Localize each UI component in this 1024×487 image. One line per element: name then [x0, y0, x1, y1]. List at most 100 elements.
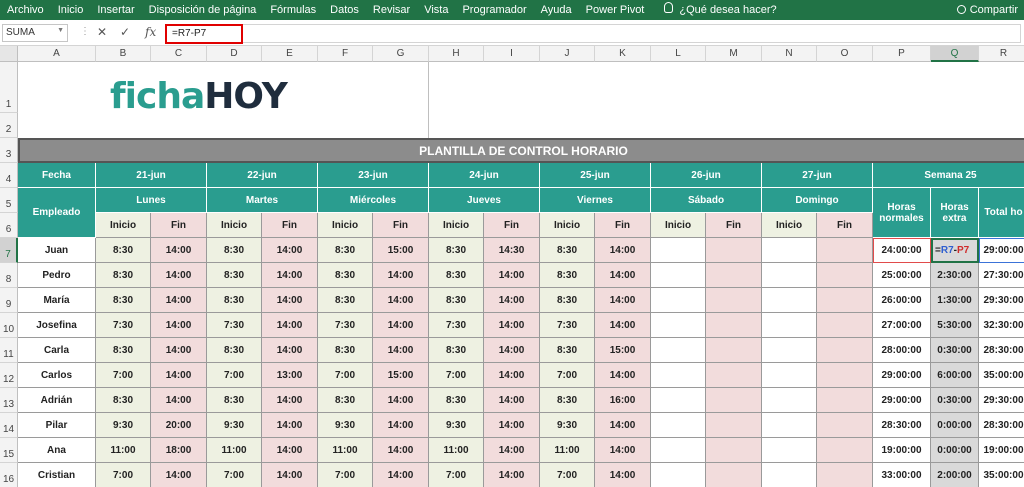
time-inicio-cell[interactable]: 7:00 [429, 463, 484, 487]
time-fin-cell[interactable]: 14:00 [262, 313, 318, 338]
menu-item-8[interactable]: Programador [455, 0, 533, 20]
insert-function-icon[interactable]: fx [145, 25, 156, 39]
time-inicio-cell[interactable] [762, 388, 817, 413]
header-fin-0[interactable]: Fin [151, 213, 207, 238]
column-header-p[interactable]: P [873, 46, 931, 62]
time-fin-cell[interactable] [817, 438, 873, 463]
time-fin-cell[interactable] [706, 463, 762, 487]
header-total[interactable]: Total ho [979, 188, 1024, 238]
time-inicio-cell[interactable]: 8:30 [429, 238, 484, 263]
horas-extra-cell[interactable]: 0:30:00 [931, 388, 979, 413]
row-header-1[interactable]: 1 [0, 62, 18, 113]
column-header-c[interactable]: C [151, 46, 207, 62]
time-inicio-cell[interactable] [762, 263, 817, 288]
time-inicio-cell[interactable]: 8:30 [318, 388, 373, 413]
time-inicio-cell[interactable]: 7:00 [318, 463, 373, 487]
total-horas-cell[interactable]: 35:00:00 [979, 363, 1024, 388]
time-fin-cell[interactable]: 14:00 [484, 263, 540, 288]
time-fin-cell[interactable]: 20:00 [151, 413, 207, 438]
total-horas-cell[interactable]: 29:30:00 [979, 288, 1024, 313]
share-button[interactable]: Compartir [956, 0, 1018, 20]
horas-normales-cell[interactable]: 19:00:00 [873, 438, 931, 463]
column-header-d[interactable]: D [207, 46, 262, 62]
time-inicio-cell[interactable] [651, 413, 706, 438]
time-fin-cell[interactable]: 14:00 [262, 238, 318, 263]
time-inicio-cell[interactable]: 8:30 [96, 238, 151, 263]
header-inicio-4[interactable]: Inicio [540, 213, 595, 238]
sheet-title[interactable]: PLANTILLA DE CONTROL HORARIO [18, 138, 1024, 163]
time-inicio-cell[interactable] [651, 288, 706, 313]
time-inicio-cell[interactable] [651, 463, 706, 487]
horas-normales-cell[interactable]: 28:30:00 [873, 413, 931, 438]
time-inicio-cell[interactable]: 8:30 [96, 263, 151, 288]
header-empleado[interactable]: Empleado [18, 188, 96, 238]
horas-extra-cell[interactable]: 6:00:00 [931, 363, 979, 388]
time-fin-cell[interactable]: 14:00 [151, 313, 207, 338]
name-box[interactable]: SUMA ▼ [2, 24, 68, 42]
time-fin-cell[interactable]: 14:00 [484, 413, 540, 438]
time-inicio-cell[interactable] [651, 438, 706, 463]
row-header-4[interactable]: 4 [0, 163, 18, 188]
employee-name-cell[interactable]: Adrián [18, 388, 96, 413]
header-date-1[interactable]: 22-jun [207, 163, 318, 188]
menu-item-0[interactable]: Archivo [0, 0, 51, 20]
header-day-5[interactable]: Sábado [651, 188, 762, 213]
splitter-dots-icon[interactable]: ⋮ [80, 26, 90, 37]
row-header-2[interactable]: 2 [0, 113, 18, 138]
time-fin-cell[interactable] [706, 313, 762, 338]
header-day-1[interactable]: Martes [207, 188, 318, 213]
employee-name-cell[interactable]: Cristian [18, 463, 96, 487]
time-fin-cell[interactable]: 14:00 [484, 363, 540, 388]
time-inicio-cell[interactable]: 8:30 [207, 238, 262, 263]
time-inicio-cell[interactable]: 7:00 [429, 363, 484, 388]
employee-name-cell[interactable]: Carlos [18, 363, 96, 388]
horas-extra-cell[interactable]: 2:00:00 [931, 463, 979, 487]
select-all-corner[interactable] [0, 46, 18, 62]
time-inicio-cell[interactable]: 8:30 [207, 388, 262, 413]
header-inicio-1[interactable]: Inicio [207, 213, 262, 238]
header-blank-cell[interactable] [429, 62, 1024, 138]
time-fin-cell[interactable]: 14:00 [262, 413, 318, 438]
time-fin-cell[interactable]: 14:00 [484, 288, 540, 313]
time-inicio-cell[interactable] [651, 363, 706, 388]
header-fin-1[interactable]: Fin [262, 213, 318, 238]
time-fin-cell[interactable] [817, 388, 873, 413]
time-inicio-cell[interactable]: 9:30 [96, 413, 151, 438]
time-fin-cell[interactable]: 14:00 [151, 463, 207, 487]
time-fin-cell[interactable] [706, 438, 762, 463]
column-header-q[interactable]: Q [931, 46, 979, 62]
header-inicio-0[interactable]: Inicio [96, 213, 151, 238]
column-header-a[interactable]: A [18, 46, 96, 62]
time-fin-cell[interactable]: 14:30 [484, 238, 540, 263]
header-fin-4[interactable]: Fin [595, 213, 651, 238]
tell-me-search[interactable]: ¿Qué desea hacer? [651, 0, 783, 20]
time-inicio-cell[interactable]: 7:30 [540, 313, 595, 338]
header-day-4[interactable]: Viernes [540, 188, 651, 213]
header-fin-5[interactable]: Fin [706, 213, 762, 238]
time-inicio-cell[interactable]: 11:00 [429, 438, 484, 463]
row-header-8[interactable]: 8 [0, 263, 18, 288]
header-date-4[interactable]: 25-jun [540, 163, 651, 188]
row-header-11[interactable]: 11 [0, 338, 18, 363]
column-header-k[interactable]: K [595, 46, 651, 62]
header-date-3[interactable]: 24-jun [429, 163, 540, 188]
header-inicio-2[interactable]: Inicio [318, 213, 373, 238]
time-fin-cell[interactable] [817, 313, 873, 338]
time-inicio-cell[interactable]: 8:30 [429, 388, 484, 413]
time-fin-cell[interactable]: 15:00 [373, 238, 429, 263]
header-horas-normales[interactable]: Horas normales [873, 188, 931, 238]
time-inicio-cell[interactable] [762, 238, 817, 263]
horas-extra-cell-active[interactable]: = R7- P7 [931, 238, 979, 263]
time-inicio-cell[interactable] [762, 338, 817, 363]
time-inicio-cell[interactable] [762, 413, 817, 438]
row-header-14[interactable]: 14 [0, 413, 18, 438]
time-fin-cell[interactable]: 14:00 [262, 438, 318, 463]
column-header-g[interactable]: G [373, 46, 429, 62]
menu-item-9[interactable]: Ayuda [534, 0, 579, 20]
header-fin-6[interactable]: Fin [817, 213, 873, 238]
formula-input-area[interactable] [165, 24, 1021, 43]
column-header-e[interactable]: E [262, 46, 318, 62]
time-fin-cell[interactable]: 13:00 [262, 363, 318, 388]
time-fin-cell[interactable]: 14:00 [373, 263, 429, 288]
menu-item-5[interactable]: Datos [323, 0, 366, 20]
